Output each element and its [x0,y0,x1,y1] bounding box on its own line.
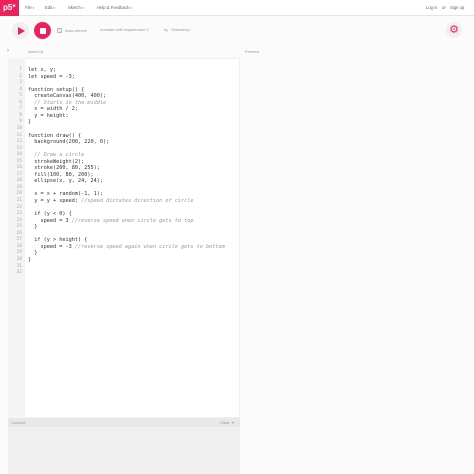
code-line[interactable]: background(200, 220, 0); [28,139,109,146]
line-number: 27 [16,237,22,243]
chevron-down-icon: ▾ [130,6,132,10]
code-line[interactable]: let speed = -3; [28,74,75,81]
line-number: 1 [19,67,22,72]
chevron-down-icon: ▾ [32,6,35,10]
code-line[interactable]: stroke(200, 80, 255); [28,165,100,172]
code-line[interactable]: let x, y; [28,67,56,74]
code-line[interactable]: if (y < 0) { [28,211,72,218]
line-number: 9 [19,119,22,125]
menu-sketch[interactable]: Sketch▾ [68,0,83,16]
chevron-down-icon: ▾ [53,6,55,10]
code-line[interactable]: if (y > height) { [28,237,87,244]
code-line[interactable]: function setup() { [28,87,84,94]
code-line[interactable]: y = y + speed; //speed dictates directio… [28,198,193,205]
preview-label: Preview [245,49,260,54]
code-line[interactable]: function draw() { [28,133,81,140]
line-number: 16 [16,165,22,171]
code-line[interactable]: } [28,119,31,126]
line-number: 25 [16,224,22,230]
auto-refresh-checkbox[interactable] [57,28,62,33]
top-nav: p5* File▾ Edit▾ Sketch▾ Help & Feedback▾… [0,0,474,16]
code-line[interactable]: speed = 3 //reverse speed when circle ge… [28,218,193,225]
author-link[interactable]: Shewsbop [171,27,190,32]
menu-help[interactable]: Help & Feedback▾ [97,0,132,16]
code-line[interactable]: strokeWeight(2); [28,159,84,166]
gear-icon[interactable]: ⚙ [446,22,462,38]
signup-link[interactable]: Sign up [450,0,464,16]
code-line[interactable]: // Draw a circle [28,152,84,159]
menu-edit[interactable]: Edit▾ [45,0,55,16]
code-line[interactable]: y = height; [28,113,68,120]
line-number: 23 [16,211,22,217]
by-text: by [164,27,169,32]
line-number: 7 [19,106,22,112]
line-number: 18 [16,178,22,184]
code-line[interactable]: } [28,250,37,257]
console-header [8,418,240,427]
code-line[interactable]: ellipse(x, y, 24, 24); [28,178,103,185]
code-line[interactable]: createCanvas(400, 400); [28,93,106,100]
code-line[interactable]: x = x + random(-1, 1); [28,191,103,198]
line-number: 20 [16,191,22,197]
file-tab[interactable]: sketch.js [28,49,44,54]
p5-logo[interactable]: p5* [0,0,19,16]
code-line[interactable]: fill(100, 80, 200); [28,172,93,179]
console-clear-button[interactable]: Clear [220,420,230,425]
line-number: 30 [16,256,22,262]
code-line[interactable]: x = width / 2; [28,106,78,113]
line-number: 14 [16,152,22,158]
auto-refresh-label: Auto-refresh [65,28,88,33]
line-number: 5 [19,93,22,99]
line-number: 10 [16,125,22,131]
chevron-down-icon: ▾ [81,6,84,10]
code-line[interactable]: // Starts in the middle [28,100,106,107]
chevron-right-icon[interactable]: › [7,48,9,54]
line-number: 21 [16,198,22,203]
chevron-down-icon[interactable]: ▾ [232,420,234,425]
line-number: 12 [16,139,22,145]
code-line[interactable]: } [28,257,31,264]
line-number: 29 [16,250,22,256]
stop-button[interactable] [34,22,51,39]
login-link[interactable]: Log in [426,0,437,16]
play-button[interactable] [12,22,29,39]
or-text: or [442,5,446,10]
project-name[interactable]: Animate with requirement 2 [100,27,149,32]
line-number: 3 [19,80,22,86]
menu-file[interactable]: File▾ [25,0,34,16]
console-label: Console [11,420,26,425]
code-line[interactable]: } [28,224,37,231]
code-line[interactable]: speed = -3 //reverse speed again when ci… [28,244,224,251]
line-number: 32 [16,270,22,276]
